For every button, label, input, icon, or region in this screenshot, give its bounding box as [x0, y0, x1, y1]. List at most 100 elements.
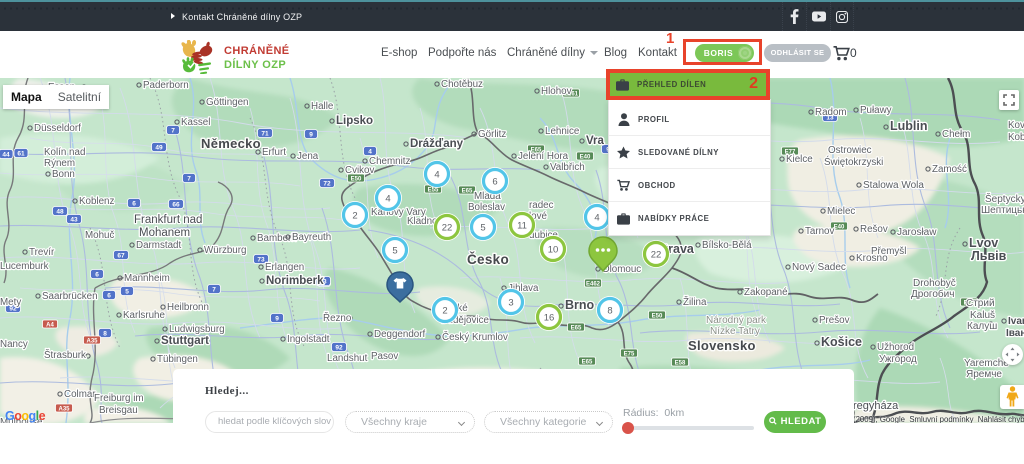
- svg-text:7: 7: [212, 287, 216, 294]
- svg-text:Lvov: Lvov: [969, 236, 998, 250]
- svg-text:Puławy: Puławy: [860, 105, 892, 116]
- svg-text:Heilbronn: Heilbronn: [167, 302, 209, 313]
- svg-text:Česko: Česko: [467, 252, 509, 267]
- svg-text:Mety: Mety: [0, 297, 21, 308]
- svg-text:4: 4: [385, 193, 390, 204]
- svg-text:Prešov: Prešov: [819, 315, 850, 326]
- svg-text:Hlohov: Hlohov: [541, 86, 572, 97]
- svg-text:Lublin: Lublin: [890, 119, 928, 133]
- svg-text:Zakopané: Zakopané: [744, 287, 788, 298]
- svg-text:Breisgau: Breisgau: [99, 405, 138, 416]
- svg-text:Tübingen: Tübingen: [157, 354, 198, 365]
- svg-text:Mielec: Mielec: [827, 206, 855, 217]
- svg-text:43: 43: [70, 217, 78, 224]
- svg-text:E40: E40: [580, 154, 591, 160]
- svg-text:Kielce: Kielce: [786, 154, 813, 165]
- svg-text:Chemnitz: Chemnitz: [369, 156, 410, 167]
- svg-text:E55: E55: [428, 187, 439, 193]
- svg-text:Ужгород: Ужгород: [879, 354, 917, 365]
- svg-text:Düsseldorf: Düsseldorf: [34, 123, 81, 134]
- svg-text:E58: E58: [675, 360, 686, 366]
- svg-text:A35: A35: [58, 406, 70, 412]
- svg-text:Halle: Halle: [311, 101, 334, 112]
- svg-text:Lehnice: Lehnice: [545, 126, 580, 137]
- svg-text:6: 6: [132, 201, 136, 208]
- svg-text:Стрий: Стрий: [966, 298, 995, 309]
- svg-text:Landshut: Landshut: [327, 353, 368, 364]
- svg-text:Kobe: Kobe: [1008, 132, 1024, 143]
- svg-text:22: 22: [651, 249, 662, 260]
- svg-text:E40: E40: [834, 224, 845, 230]
- svg-text:Kove: Kove: [1008, 120, 1024, 131]
- svg-text:9: 9: [275, 316, 279, 323]
- svg-text:72: 72: [323, 181, 331, 188]
- svg-text:E50: E50: [652, 313, 663, 319]
- svg-text:Pasov: Pasov: [371, 351, 398, 362]
- svg-text:Львів: Львів: [971, 249, 1007, 263]
- svg-text:Kaluš: Kaluš: [970, 310, 995, 321]
- svg-text:92: 92: [335, 345, 343, 352]
- svg-text:Jena: Jena: [297, 151, 319, 162]
- svg-text:2: 2: [442, 305, 447, 316]
- svg-text:Görlitz: Görlitz: [478, 129, 506, 140]
- svg-text:Erlangen: Erlangen: [265, 262, 304, 273]
- svg-text:Nízke Tatry: Nízke Tatry: [710, 326, 760, 337]
- svg-text:Lucemburk: Lucemburk: [0, 261, 49, 272]
- svg-text:10: 10: [548, 244, 559, 255]
- svg-text:67: 67: [117, 253, 125, 260]
- svg-text:Erfurt: Erfurt: [262, 147, 286, 158]
- svg-text:Rešov: Rešov: [860, 224, 888, 235]
- svg-text:4: 4: [594, 212, 599, 223]
- svg-text:8: 8: [607, 305, 612, 316]
- svg-text:Norimberk: Norimberk: [266, 275, 324, 287]
- svg-text:16: 16: [544, 312, 555, 323]
- svg-text:Paderborn: Paderborn: [143, 80, 189, 91]
- svg-text:71: 71: [261, 131, 269, 138]
- svg-text:Nancy: Nancy: [0, 339, 28, 350]
- svg-text:Chotěbuz: Chotěbuz: [441, 79, 483, 90]
- svg-text:Яремче: Яремче: [966, 369, 1002, 380]
- svg-text:Ostrowiec: Ostrowiec: [828, 145, 872, 156]
- svg-text:Jarosław: Jarosław: [897, 227, 937, 238]
- svg-text:Ludwigsburg: Ludwigsburg: [169, 324, 225, 335]
- svg-text:Drohobyč: Drohobyč: [913, 278, 956, 289]
- svg-text:Užhorod: Užhorod: [877, 342, 914, 353]
- svg-text:3: 3: [508, 297, 513, 308]
- svg-text:E65: E65: [571, 325, 582, 331]
- svg-text:Karlsruhe: Karlsruhe: [123, 310, 165, 321]
- svg-text:Český Krumlov: Český Krumlov: [442, 332, 508, 343]
- svg-text:Іван: Іван: [1006, 328, 1024, 339]
- svg-text:radec: radec: [529, 200, 554, 211]
- svg-text:Německo: Německo: [201, 136, 261, 151]
- svg-text:Ivan: Ivan: [1008, 316, 1024, 327]
- svg-text:Bayreuth: Bayreuth: [292, 232, 331, 243]
- svg-text:4: 4: [368, 149, 372, 156]
- svg-text:2: 2: [352, 210, 357, 221]
- svg-text:Drážďany: Drážďany: [410, 138, 464, 150]
- svg-text:Kolín nad: Kolín nad: [44, 147, 85, 158]
- svg-text:Colmar: Colmar: [64, 389, 96, 400]
- svg-text:8: 8: [103, 331, 107, 338]
- svg-text:66: 66: [172, 202, 180, 209]
- svg-text:Cvikov: Cvikov: [345, 165, 374, 176]
- svg-text:Nový Sadec: Nový Sadec: [792, 262, 846, 273]
- svg-text:6: 6: [107, 293, 111, 300]
- svg-text:Tarnov: Tarnov: [805, 226, 835, 237]
- svg-text:Košice: Košice: [821, 335, 862, 349]
- svg-text:E75: E75: [624, 351, 635, 357]
- svg-text:E462: E462: [586, 281, 601, 287]
- svg-text:Bonn: Bonn: [52, 169, 75, 180]
- svg-text:Kassel: Kassel: [181, 117, 210, 128]
- svg-text:Štrasburk: Štrasburk: [44, 350, 86, 361]
- svg-text:6: 6: [492, 176, 497, 187]
- svg-text:Mohanem: Mohanem: [139, 227, 190, 239]
- svg-text:Ingolstadt: Ingolstadt: [287, 334, 330, 345]
- svg-text:Mohuč: Mohuč: [85, 230, 115, 241]
- svg-text:Bamberk: Bamberk: [257, 233, 296, 244]
- svg-text:Chełm: Chełm: [942, 129, 970, 140]
- svg-text:44: 44: [2, 152, 10, 159]
- svg-text:48: 48: [56, 209, 64, 216]
- svg-text:Valbřich: Valbřich: [550, 162, 585, 173]
- svg-text:Дрогобич: Дрогобич: [911, 288, 954, 300]
- svg-text:Jelení Hora: Jelení Hora: [518, 151, 569, 162]
